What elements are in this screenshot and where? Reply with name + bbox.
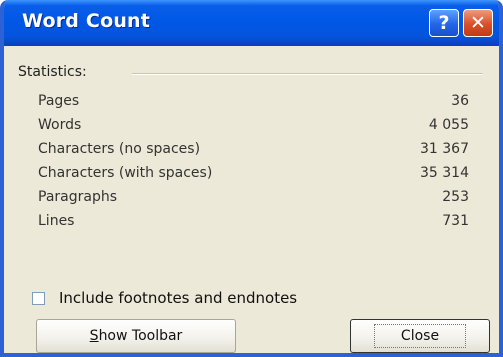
help-button[interactable]: ? xyxy=(429,9,459,37)
stat-row-lines: Lines 731 xyxy=(38,210,469,234)
title-bar[interactable]: Word Count ? ✕ xyxy=(4,0,499,46)
footnotes-checkbox[interactable] xyxy=(32,291,45,305)
statistics-group-label: Statistics: xyxy=(18,64,87,80)
help-icon: ? xyxy=(438,12,450,34)
stat-value: 253 xyxy=(442,189,469,205)
stat-label: Words xyxy=(38,117,82,133)
word-count-dialog: Word Count ? ✕ Statistics: Pages 36 Word… xyxy=(0,0,503,357)
close-icon: ✕ xyxy=(470,12,486,34)
stat-row-paragraphs: Paragraphs 253 xyxy=(38,186,469,210)
stat-value: 731 xyxy=(442,213,469,229)
stat-value: 36 xyxy=(451,93,469,109)
group-divider xyxy=(132,73,483,75)
statistics-list: Pages 36 Words 4 055 Characters (no spac… xyxy=(38,90,469,234)
stat-label: Characters (no spaces) xyxy=(38,141,201,157)
stat-row-pages: Pages 36 xyxy=(38,90,469,114)
show-toolbar-mnemonic: S xyxy=(89,328,99,344)
stat-label: Lines xyxy=(38,213,75,229)
show-toolbar-button[interactable]: Show Toolbar xyxy=(36,319,236,353)
stat-label: Paragraphs xyxy=(38,189,118,205)
stat-row-characters-no-spaces: Characters (no spaces) 31 367 xyxy=(38,138,469,162)
stat-row-characters-with-spaces: Characters (with spaces) 35 314 xyxy=(38,162,469,186)
close-button[interactable]: Close xyxy=(350,319,490,353)
dialog-title: Word Count xyxy=(22,10,151,32)
title-close-button[interactable]: ✕ xyxy=(463,9,493,37)
stat-value: 31 367 xyxy=(420,141,469,157)
stat-value: 4 055 xyxy=(428,117,469,133)
stat-label: Pages xyxy=(38,93,80,109)
close-button-label: Close xyxy=(373,324,467,348)
dialog-body: Statistics: Pages 36 Words 4 055 Charact… xyxy=(4,46,499,353)
footnotes-checkbox-label[interactable]: Include footnotes and endnotes xyxy=(59,289,297,307)
show-toolbar-label: how Toolbar xyxy=(98,328,183,344)
stat-label: Characters (with spaces) xyxy=(38,165,213,181)
footnotes-option[interactable]: Include footnotes and endnotes xyxy=(32,289,297,307)
stat-value: 35 314 xyxy=(420,165,469,181)
stat-row-words: Words 4 055 xyxy=(38,114,469,138)
